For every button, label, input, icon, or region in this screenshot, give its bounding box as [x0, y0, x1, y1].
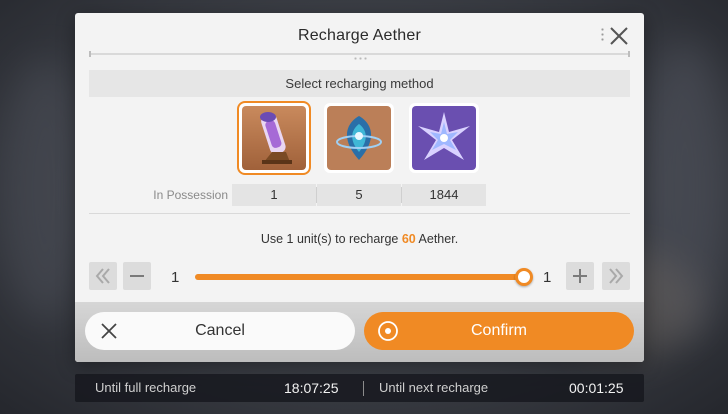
action-bar: Cancel Confirm — [75, 302, 644, 362]
summary-suffix: Aether. — [415, 232, 459, 246]
possession-count: 5 — [317, 184, 401, 206]
aether-vial-icon — [242, 106, 306, 170]
min-quantity-button[interactable] — [89, 262, 117, 290]
max-quantity-button[interactable] — [602, 262, 630, 290]
cell-divider — [401, 187, 402, 203]
double-chevron-left-icon — [95, 268, 110, 284]
title-decoration — [601, 27, 604, 43]
quantity-max-value: 1 — [543, 269, 552, 286]
plus-icon — [573, 269, 587, 283]
cell-divider — [316, 187, 317, 203]
timer-divider — [363, 381, 364, 396]
aether-amount: 60 — [401, 232, 416, 246]
increase-quantity-button[interactable] — [566, 262, 594, 290]
close-icon — [610, 27, 628, 45]
slider-handle[interactable] — [515, 268, 533, 286]
cancel-button[interactable]: Cancel — [85, 312, 355, 350]
full-recharge-time: 18:07:25 — [284, 380, 339, 396]
minus-icon — [130, 275, 144, 277]
decrease-quantity-button[interactable] — [123, 262, 151, 290]
possession-count: 1 — [232, 184, 316, 206]
confirm-label: Confirm — [470, 322, 527, 339]
possession-label: In Possession — [153, 188, 228, 202]
recharge-item-vial[interactable] — [239, 103, 309, 173]
full-recharge-label: Until full recharge — [95, 380, 197, 395]
recharge-item-crystal[interactable] — [409, 103, 479, 173]
confirm-button[interactable]: Confirm — [364, 312, 634, 350]
section-divider — [89, 213, 630, 214]
next-recharge-time: 00:01:25 — [569, 380, 624, 396]
aether-crystal-icon — [412, 106, 476, 170]
title-divider — [89, 51, 630, 60]
recharge-summary: Use 1 unit(s) to recharge 60 Aether. — [75, 232, 644, 246]
recharge-timer-bar: Until full recharge 18:07:25 Until next … — [75, 374, 644, 402]
double-chevron-right-icon — [609, 268, 624, 284]
possession-count: 1844 — [402, 184, 486, 206]
cancel-label: Cancel — [195, 322, 245, 339]
next-recharge-label: Until next recharge — [379, 380, 489, 395]
quantity-min-value: 1 — [171, 269, 180, 286]
quantity-slider[interactable] — [195, 268, 533, 286]
dialog-title: Recharge Aether — [297, 27, 422, 44]
summary-prefix: Use 1 unit(s) to recharge — [260, 232, 402, 246]
recharge-dialog: Recharge Aether Select recharging method — [75, 13, 644, 362]
close-button[interactable] — [606, 23, 632, 49]
aether-orb-icon — [327, 106, 391, 170]
method-heading: Select recharging method — [89, 70, 630, 97]
slider-fill — [195, 274, 524, 280]
recharge-item-orb[interactable] — [324, 103, 394, 173]
